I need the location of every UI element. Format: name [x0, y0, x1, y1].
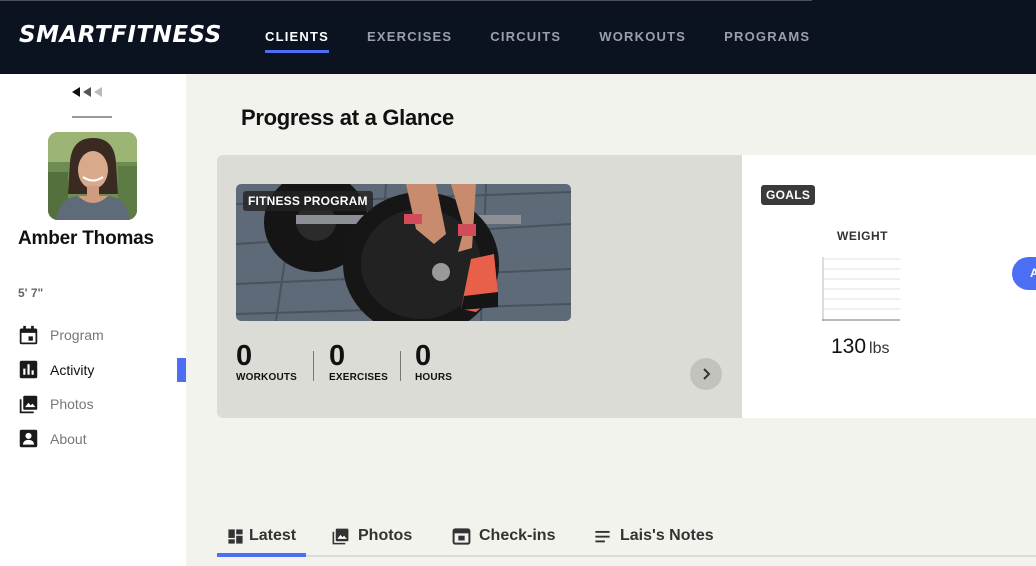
stat-value: 0: [415, 340, 432, 372]
weight-label: WEIGHT: [837, 229, 888, 243]
sidebar-item-program[interactable]: Program: [18, 318, 186, 353]
sidebar-item-photos[interactable]: Photos: [18, 387, 186, 422]
fitness-program-card: FITNESS PROGRAM 0 WORKOUTS 0 EXERCISES 0…: [217, 155, 742, 418]
client-name: Amber Thomas: [18, 228, 154, 249]
activity-tabs: Latest Photos Check-ins Lais's Notes: [217, 517, 1036, 557]
client-menu: Program Activity Photos About: [18, 318, 186, 456]
photos-icon: [19, 395, 38, 413]
tab-label: Latest: [249, 527, 297, 544]
calendar-icon: [19, 325, 38, 344]
sidebar-item-label: Activity: [50, 361, 95, 378]
tab-label: Check-ins: [479, 527, 556, 544]
stat-label: WORKOUTS: [236, 372, 298, 383]
sidebar-item-about[interactable]: About: [18, 422, 186, 457]
tab-photos[interactable]: Photos: [331, 517, 412, 555]
avatar-photo: [48, 132, 137, 220]
nav-programs[interactable]: PROGRAMS: [724, 0, 810, 74]
weight-unit: lbs: [869, 340, 890, 357]
stat-value: 0: [236, 340, 253, 372]
app-logo[interactable]: SMARTFITNESS: [19, 22, 222, 48]
weight-chart: [822, 257, 900, 321]
nav-workouts[interactable]: WORKOUTS: [599, 0, 686, 74]
stat-label: HOURS: [415, 372, 453, 383]
chevron-right-icon: [703, 368, 711, 380]
stat-value: 0: [329, 340, 346, 372]
client-avatar[interactable]: [48, 132, 137, 220]
sidebar-item-label: Photos: [50, 396, 94, 413]
next-card-button[interactable]: [690, 358, 722, 390]
stat-exercises: 0 EXERCISES: [329, 340, 388, 383]
sidebar-item-label: Program: [50, 327, 104, 344]
tab-label: Photos: [358, 527, 413, 544]
goals-badge: GOALS: [761, 185, 816, 205]
main-nav: CLIENTS EXERCISES CIRCUITS WORKOUTS PROG…: [265, 0, 848, 74]
divider: [72, 116, 112, 118]
goals-card: GOALS WEIGHT 130 lbs: [742, 155, 1036, 418]
photos-icon: [332, 528, 349, 544]
collapse-arrow-icon: [94, 87, 102, 97]
check-in-icon: [452, 527, 471, 545]
stat-hours: 0 HOURS: [415, 340, 452, 383]
contact-card-icon: [19, 430, 38, 448]
dashboard-icon: [228, 528, 243, 544]
weight-number: 130: [831, 335, 867, 358]
stat-divider: [313, 351, 314, 381]
tab-label: Lais's Notes: [620, 527, 714, 544]
sidebar-item-activity[interactable]: Activity: [18, 353, 186, 388]
stat-workouts: 0 WORKOUTS: [236, 340, 297, 383]
nav-exercises[interactable]: EXERCISES: [367, 0, 452, 74]
collapse-arrow-icon: [83, 87, 91, 97]
nav-circuits[interactable]: CIRCUITS: [490, 0, 561, 74]
notes-icon: [595, 530, 610, 542]
stat-divider: [400, 351, 401, 381]
tab-check-ins[interactable]: Check-ins: [452, 517, 555, 555]
client-sidebar: Amber Thomas 5' 7" Program Activity Phot…: [0, 74, 186, 566]
sidebar-item-label: About: [50, 430, 87, 447]
page-title: Progress at a Glance: [241, 105, 454, 130]
top-navigation-bar: SMARTFITNESS CLIENTS EXERCISES CIRCUITS …: [0, 0, 1036, 74]
fitness-program-badge: FITNESS PROGRAM: [243, 191, 373, 211]
weight-value: 130 lbs: [831, 335, 890, 359]
nav-clients[interactable]: CLIENTS: [265, 0, 330, 74]
client-height: 5' 7": [18, 286, 44, 300]
collapse-sidebar-button[interactable]: [72, 87, 102, 97]
tab-latest[interactable]: Latest: [217, 517, 307, 557]
stat-label: EXERCISES: [329, 372, 389, 383]
collapse-arrow-icon: [72, 87, 80, 97]
bar-chart-icon: [19, 361, 38, 379]
tab-notes[interactable]: Lais's Notes: [593, 517, 714, 555]
